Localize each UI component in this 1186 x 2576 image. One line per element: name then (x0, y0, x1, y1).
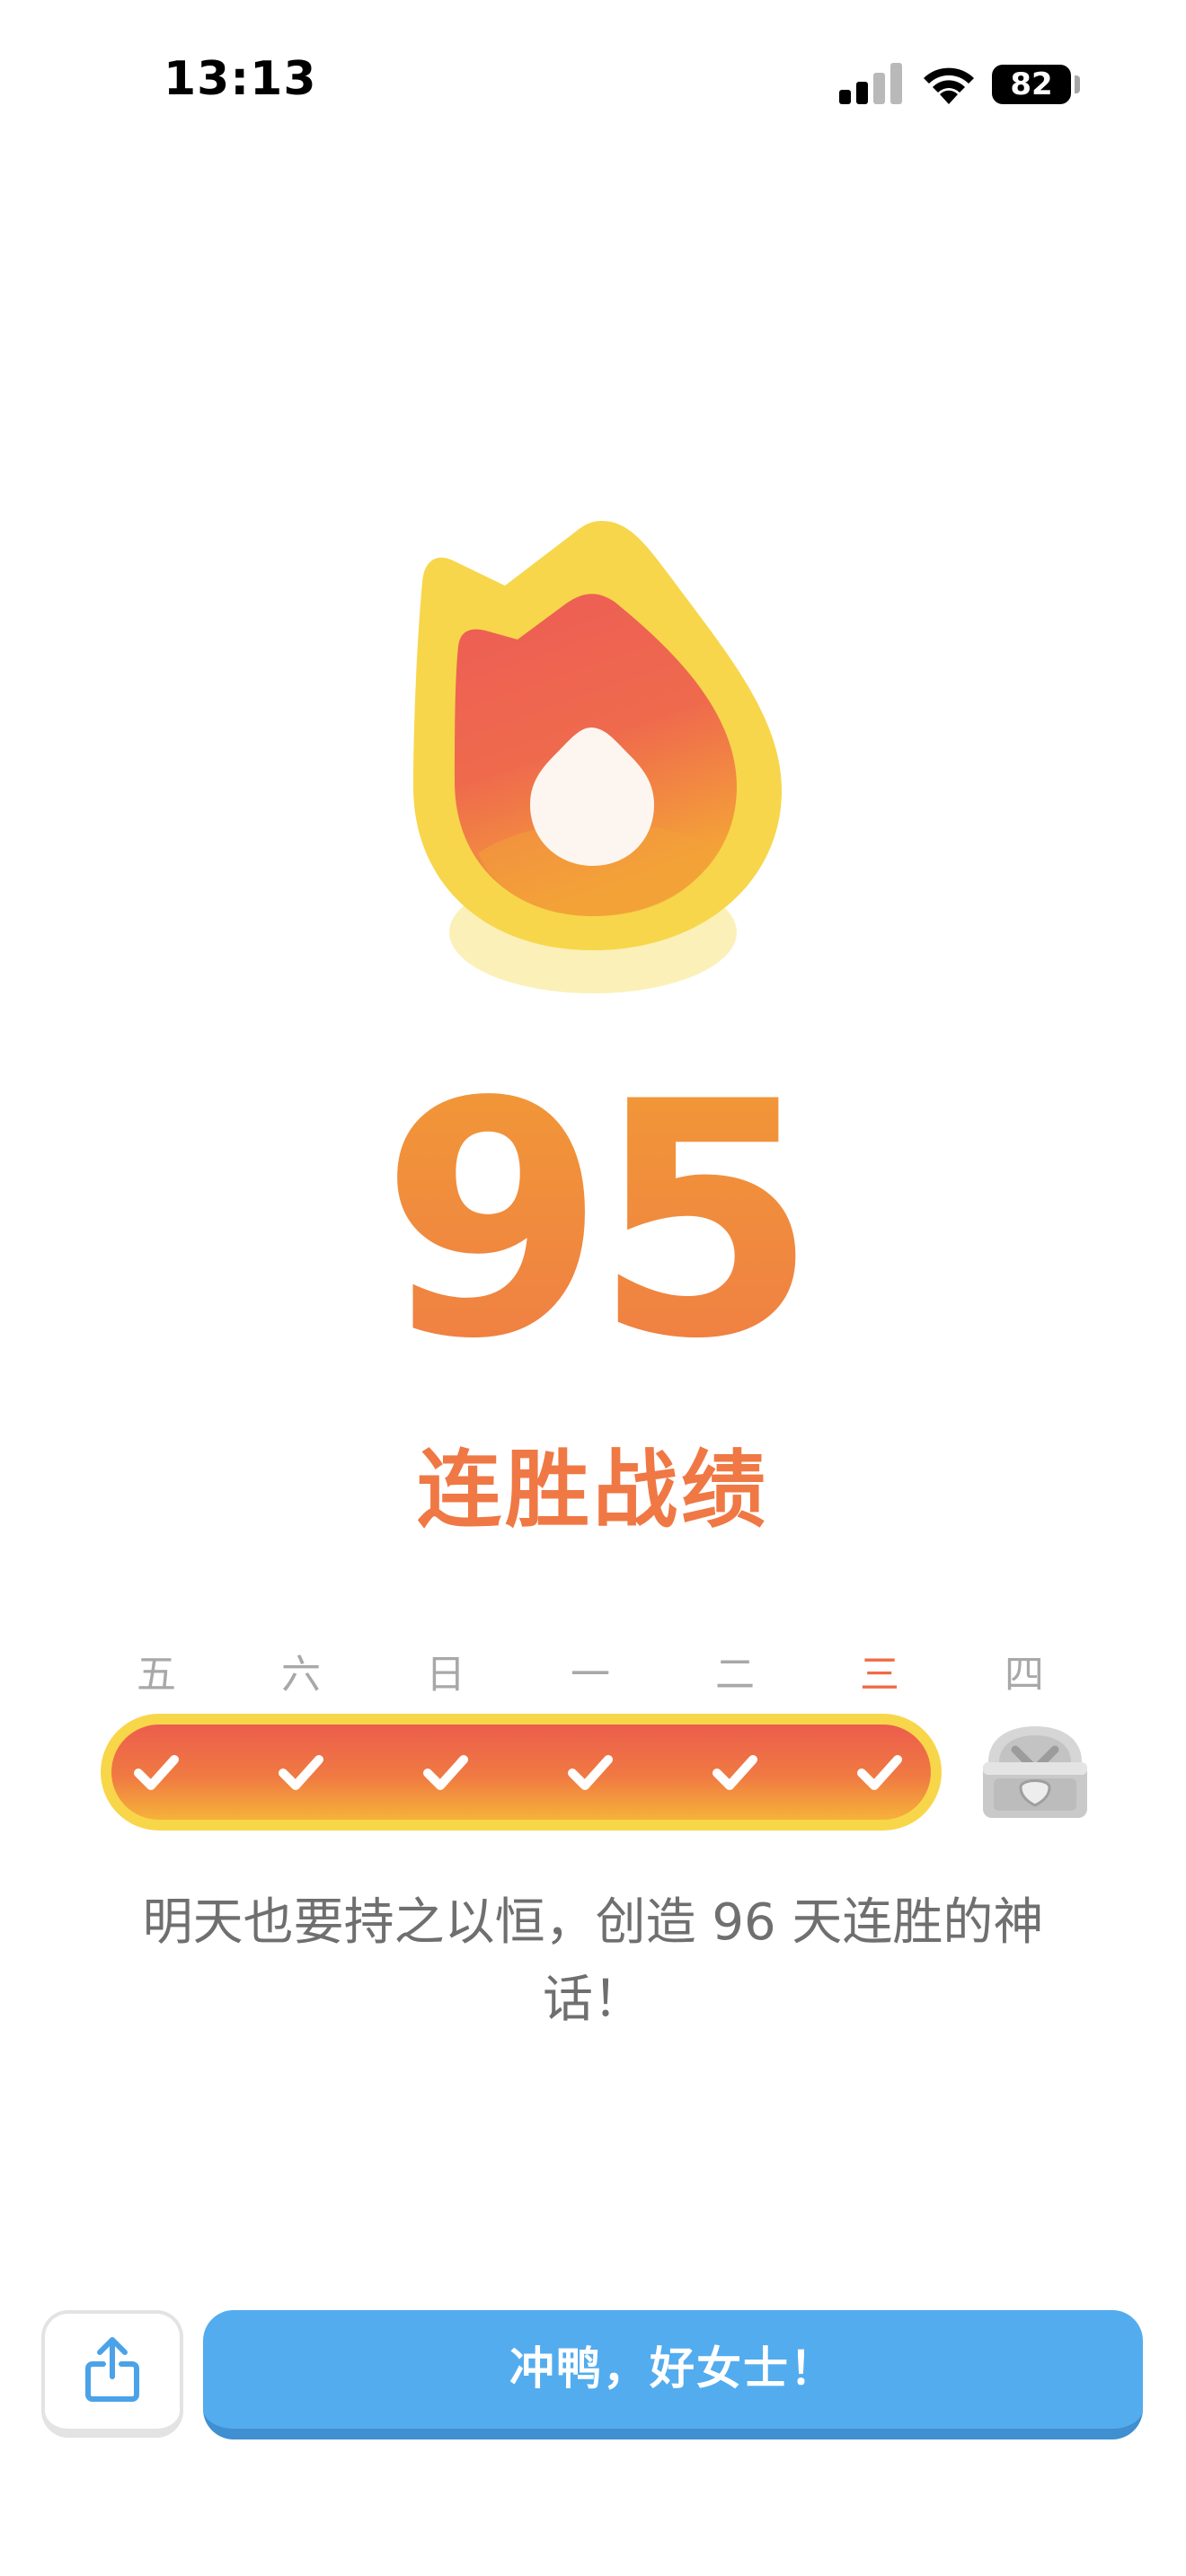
status-time: 13:13 (164, 52, 317, 106)
day-label-wed-today: 三 (860, 1652, 899, 1698)
week-day-labels: 五 六 日 一 二 三 四 (0, 1644, 1186, 1707)
treasure-chest-icon (983, 1726, 1087, 1818)
check-icon (857, 1755, 902, 1790)
day-label-sun: 日 (426, 1652, 465, 1698)
battery-level: 82 (992, 65, 1071, 104)
streak-week-bar (101, 1714, 942, 1831)
check-icon (568, 1755, 613, 1790)
day-label-fri: 五 (137, 1652, 176, 1698)
streak-count: 95 (0, 1051, 1186, 1392)
check-icon (279, 1755, 323, 1790)
day-label-mon: 一 (571, 1652, 610, 1698)
check-icon (134, 1755, 179, 1790)
encouragement-message: 明天也要持之以恒，创造 96 天连胜的神话！ (142, 1893, 1044, 2029)
status-bar: 13:13 82 (0, 0, 1186, 171)
wifi-icon (924, 67, 974, 104)
day-label-sat: 六 (281, 1652, 321, 1698)
check-icon (423, 1755, 468, 1790)
day-label-thu: 四 (1005, 1652, 1044, 1698)
flame-icon (413, 521, 782, 993)
cellular-signal-icon (839, 63, 902, 104)
continue-button[interactable]: 冲鸭，好女士！ (203, 2310, 1143, 2439)
share-icon (85, 2337, 139, 2402)
streak-label: 连胜战绩 (416, 1442, 769, 1539)
check-icon (712, 1755, 757, 1790)
day-label-tue: 二 (715, 1652, 755, 1698)
battery-tip (1075, 75, 1080, 93)
share-button[interactable] (41, 2310, 183, 2438)
